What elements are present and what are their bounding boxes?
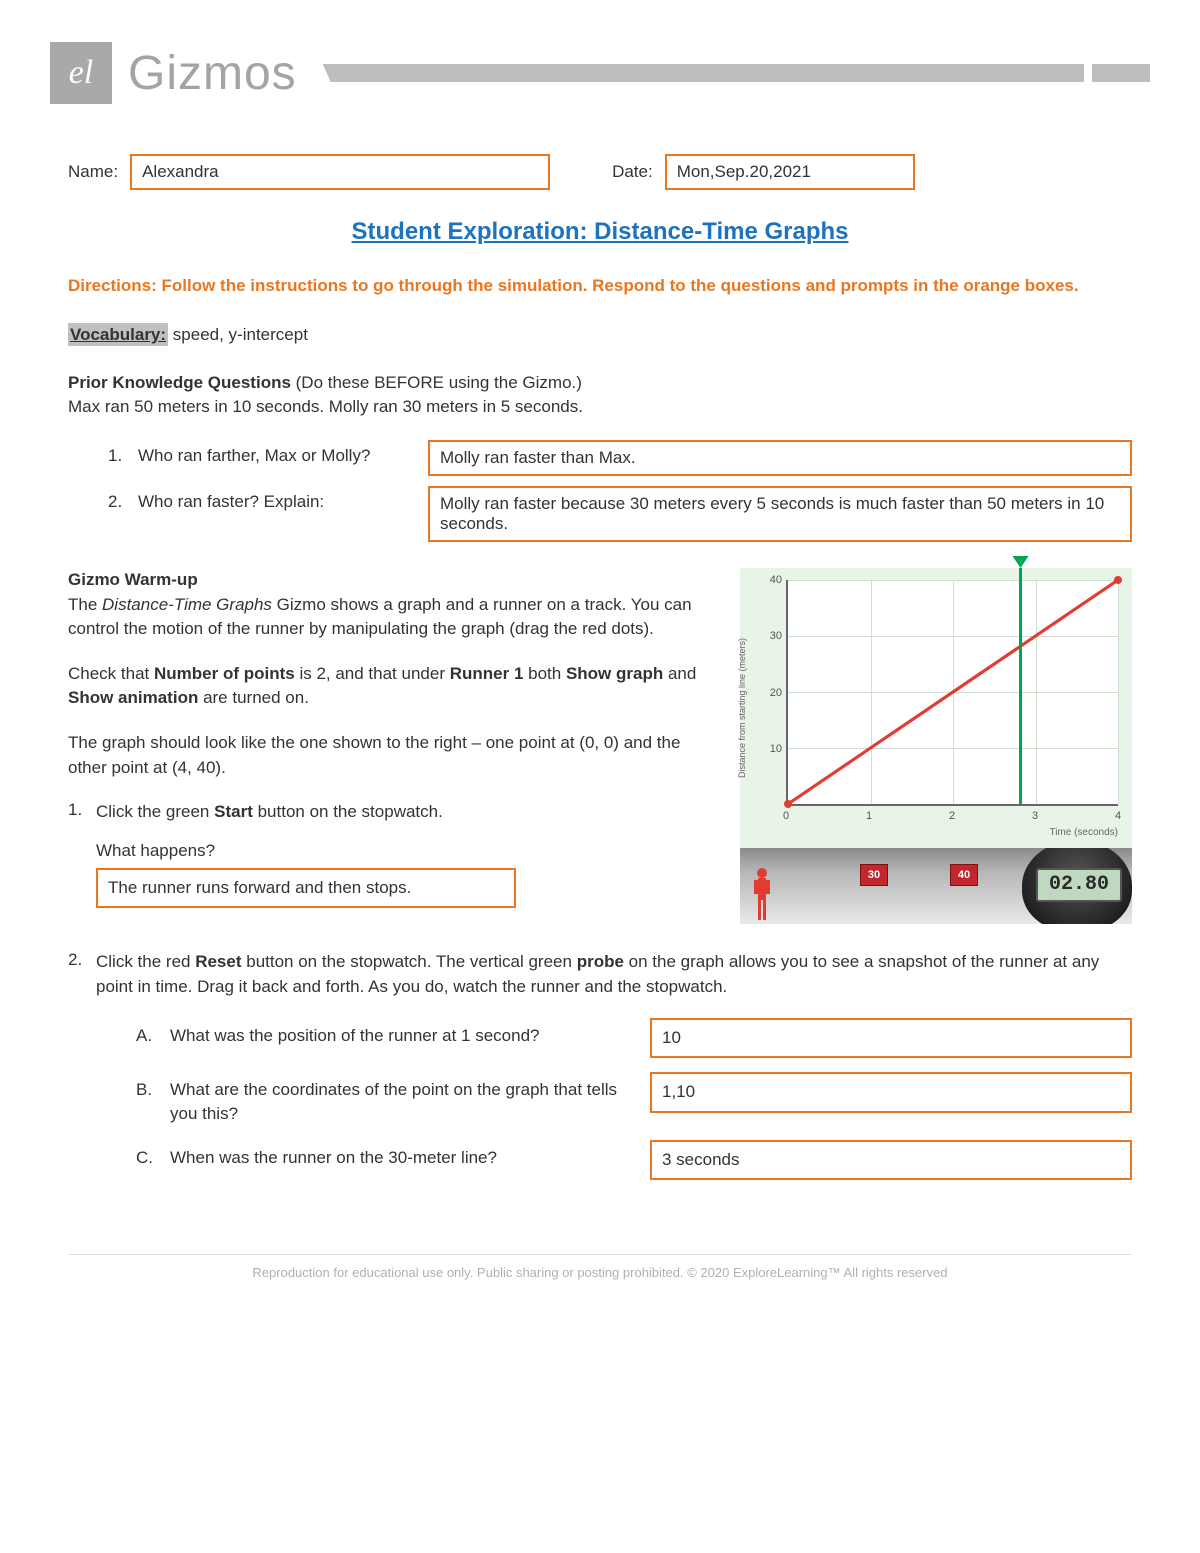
q2-number: 2. (108, 486, 138, 512)
warmup-p2-a: Check that (68, 664, 154, 683)
brand-name: Gizmos (128, 46, 297, 101)
track-marker-40: 40 (950, 864, 978, 886)
sub-b-letter: B. (136, 1072, 170, 1103)
step2-c: button on the stopwatch. The vertical gr… (242, 952, 577, 971)
data-point-start[interactable] (783, 799, 793, 809)
warmup-p2-d: Runner 1 (450, 664, 524, 683)
xtick-3: 3 (1032, 810, 1038, 822)
runner-icon (752, 866, 772, 922)
sub-c-letter: C. (136, 1140, 170, 1171)
step1-b: Start (214, 802, 253, 821)
step2-a: Click the red (96, 952, 195, 971)
prior-heading: Prior Knowledge Questions (68, 373, 296, 392)
ytick-10: 10 (760, 743, 782, 755)
track-marker-30: 30 (860, 864, 888, 886)
warmup-p1-a: The (68, 595, 102, 614)
distance-time-chart: Distance from starting line (meters) (740, 568, 1132, 848)
warmup-step-2: 2. Click the red Reset button on the sto… (68, 950, 1132, 1194)
warmup-p2-e: both (523, 664, 566, 683)
prior-context: Max ran 50 meters in 10 seconds. Molly r… (68, 397, 583, 416)
step1-number: 1. (68, 800, 96, 928)
warmup-p2-i: are turned on. (198, 688, 309, 707)
sub-a-text: What was the position of the runner at 1… (170, 1018, 620, 1048)
track-area: 30 40 02.80 (740, 848, 1132, 924)
warmup-p2-g: and (663, 664, 696, 683)
step2-number: 2. (68, 950, 96, 1194)
sub-a-letter: A. (136, 1018, 170, 1049)
ytick-30: 30 (760, 630, 782, 642)
q2-text: Who ran faster? Explain: (138, 486, 428, 512)
warmup-heading: Gizmo Warm-up (68, 570, 198, 589)
q2-answer-field[interactable]: Molly ran faster because 30 meters every… (428, 486, 1132, 542)
page-title: Student Exploration: Distance-Time Graph… (68, 218, 1132, 246)
sub-b-row: B. What are the coordinates of the point… (136, 1072, 1132, 1126)
xtick-0: 0 (783, 810, 789, 822)
ytick-20: 20 (760, 687, 782, 699)
probe-line[interactable] (1019, 568, 1022, 804)
step1-what: What happens? (96, 839, 720, 864)
plot-area[interactable] (786, 580, 1118, 806)
step2-sub-list: A. What was the position of the runner a… (136, 1018, 1132, 1181)
prior-note: (Do these BEFORE using the Gizmo.) (296, 373, 582, 392)
question-1-row: 1. Who ran farther, Max or Molly? Molly … (108, 440, 1132, 476)
q1-text: Who ran farther, Max or Molly? (138, 440, 428, 466)
prior-knowledge-block: Prior Knowledge Questions (Do these BEFO… (68, 371, 1132, 420)
date-label: Date: (612, 162, 653, 182)
sub-c-text: When was the runner on the 30-meter line… (170, 1140, 620, 1170)
stopwatch: 02.80 (1012, 848, 1132, 924)
footer-text: Reproduction for educational use only. P… (68, 1254, 1132, 1290)
header-divider (323, 64, 1150, 82)
step1-a: Click the green (96, 802, 214, 821)
warmup-p2-b: Number of points (154, 664, 295, 683)
prior-question-list: 1. Who ran farther, Max or Molly? Molly … (108, 440, 1132, 542)
logo-text: el (69, 54, 94, 92)
ytick-40: 40 (760, 574, 782, 586)
stopwatch-display: 02.80 (1036, 868, 1122, 902)
warmup-p1-b: Distance-Time Graphs (102, 595, 272, 614)
probe-handle-icon[interactable] (1013, 556, 1029, 568)
xtick-2: 2 (949, 810, 955, 822)
vocab-label: Vocabulary: (68, 323, 168, 346)
sub-c-row: C. When was the runner on the 30-meter l… (136, 1140, 1132, 1181)
name-field[interactable]: Alexandra (130, 154, 550, 190)
data-point-end[interactable] (1113, 575, 1123, 585)
sub-b-answer-field[interactable]: 1,10 (650, 1072, 1132, 1113)
step1-c: button on the stopwatch. (253, 802, 443, 821)
warmup-p2-f: Show graph (566, 664, 663, 683)
sub-c-answer-field[interactable]: 3 seconds (650, 1140, 1132, 1181)
warmup-block: Gizmo Warm-up The Distance-Time Graphs G… (68, 568, 1132, 934)
question-2-row: 2. Who ran faster? Explain: Molly ran fa… (108, 486, 1132, 542)
date-field[interactable]: Mon,Sep.20,2021 (665, 154, 915, 190)
xtick-1: 1 (866, 810, 872, 822)
sub-a-answer-field[interactable]: 10 (650, 1018, 1132, 1059)
step2-b: Reset (195, 952, 241, 971)
xtick-4: 4 (1115, 810, 1121, 822)
header-bar: el Gizmos (0, 0, 1200, 104)
warmup-p3: The graph should look like the one shown… (68, 731, 720, 780)
name-date-row: Name: Alexandra Date: Mon,Sep.20,2021 (68, 154, 1132, 190)
logo-icon: el (50, 42, 112, 104)
q1-number: 1. (108, 440, 138, 466)
warmup-p2-h: Show animation (68, 688, 198, 707)
warmup-p2-c: is 2, and that under (295, 664, 450, 683)
sub-b-text: What are the coordinates of the point on… (170, 1072, 620, 1126)
vocabulary-line: Vocabulary: speed, y-intercept (68, 325, 1132, 345)
q1-answer-field[interactable]: Molly ran faster than Max. (428, 440, 1132, 476)
warmup-step-1: 1. Click the green Start button on the s… (68, 800, 720, 928)
chart-xlabel: Time (seconds) (1049, 827, 1118, 838)
name-label: Name: (68, 162, 118, 182)
vocab-terms: speed, y-intercept (168, 325, 308, 344)
directions-text: Directions: Follow the instructions to g… (68, 274, 1132, 299)
step2-d: probe (577, 952, 624, 971)
sub-a-row: A. What was the position of the runner a… (136, 1018, 1132, 1059)
step1-answer-field[interactable]: The runner runs forward and then stops. (96, 868, 516, 909)
